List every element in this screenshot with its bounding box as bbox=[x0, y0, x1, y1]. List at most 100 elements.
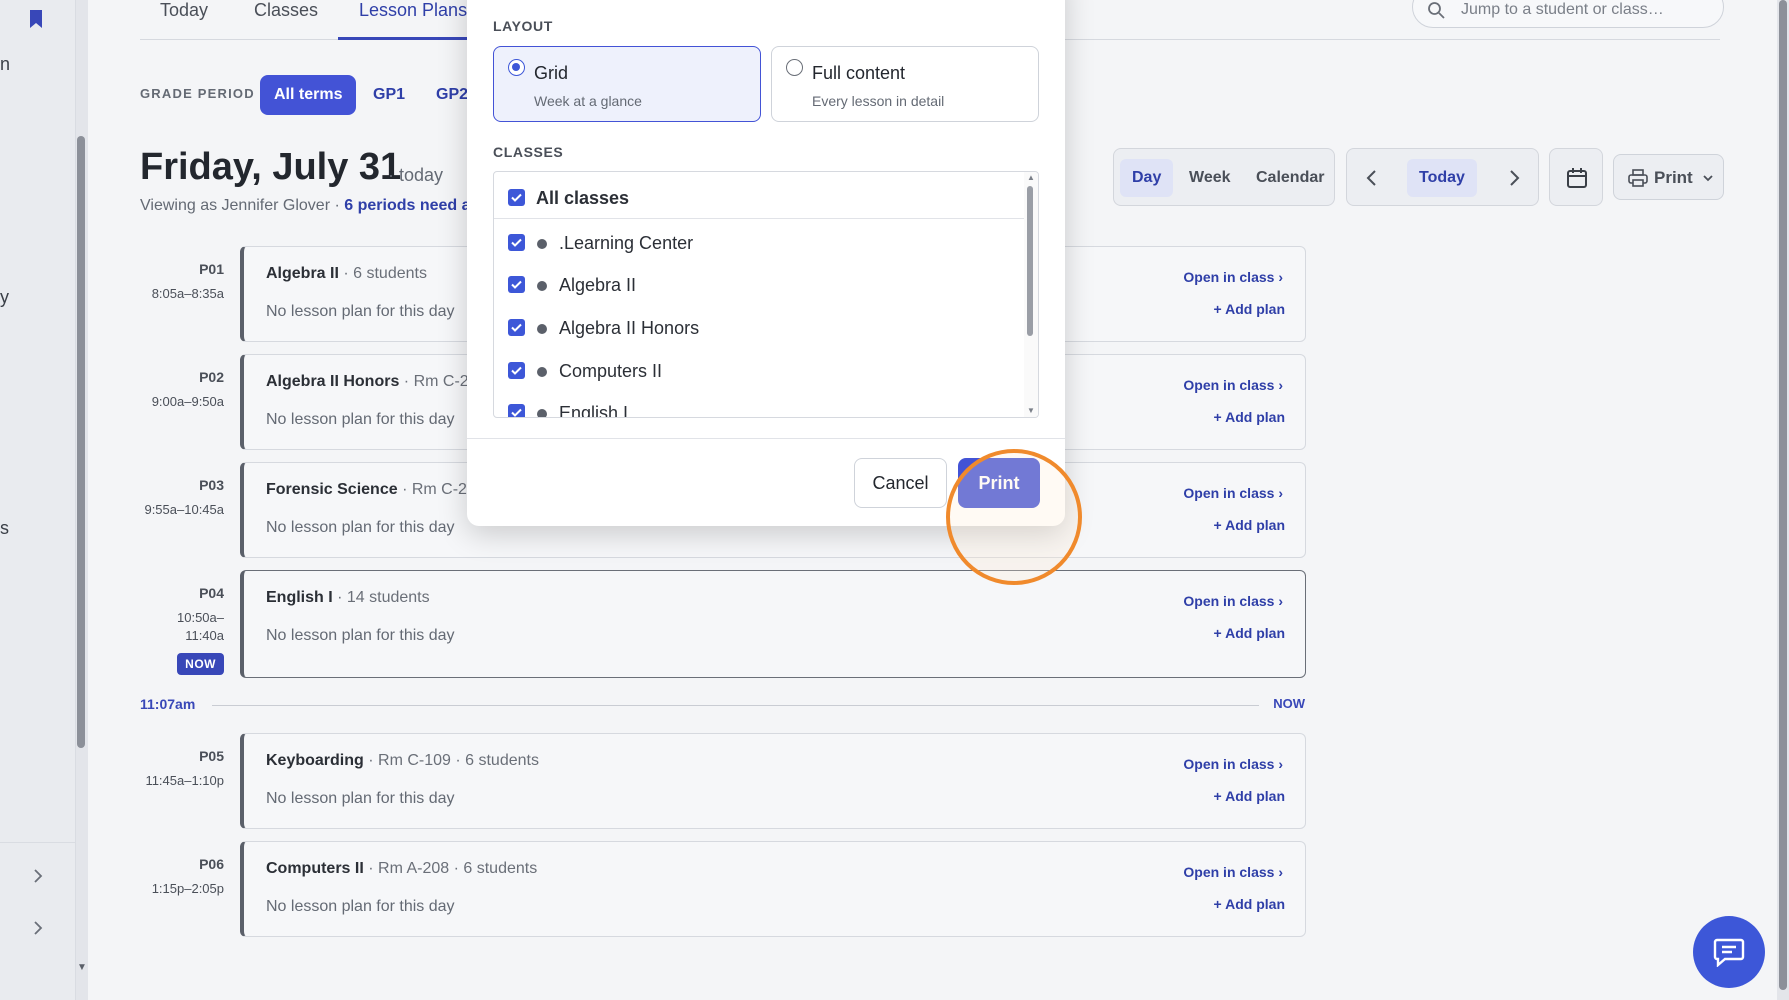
grade-period-all-terms[interactable]: All terms bbox=[260, 75, 357, 115]
option-title: Grid bbox=[534, 63, 569, 83]
chevron-right-icon[interactable] bbox=[31, 869, 45, 883]
click-indicator bbox=[946, 449, 1082, 585]
search-box[interactable]: Jump to a student or class… bbox=[1412, 0, 1724, 28]
layout-option-grid[interactable]: Grid Week at a glance bbox=[493, 46, 761, 122]
sidebar: n y s bbox=[0, 0, 76, 1000]
layout-option-full-content[interactable]: Full content Every lesson in detail bbox=[771, 46, 1039, 122]
sidebar-fragment[interactable]: n bbox=[0, 54, 10, 75]
chevron-right-icon: › bbox=[1278, 485, 1283, 501]
scroll-down-arrow-icon[interactable]: ▼ bbox=[77, 962, 87, 973]
print-dialog: LAYOUT Grid Week at a glance Full conten… bbox=[467, 0, 1065, 526]
current-time: 11:07am bbox=[140, 696, 196, 712]
add-plan-button[interactable]: + Add plan bbox=[1214, 301, 1285, 317]
class-row[interactable]: English I bbox=[494, 392, 1024, 418]
view-day[interactable]: Day bbox=[1120, 159, 1174, 197]
today-button[interactable]: Today bbox=[1407, 159, 1477, 197]
class-color-dot bbox=[537, 409, 547, 417]
period-time-end: 11:40a bbox=[185, 628, 224, 643]
print-menu-button[interactable]: Print bbox=[1613, 154, 1724, 200]
class-name: English I bbox=[559, 403, 629, 418]
plus-icon: + bbox=[1213, 625, 1222, 641]
period-card[interactable]: Computers II · Rm A-208 · 6 students No … bbox=[240, 841, 1306, 937]
open-in-class-link[interactable]: Open in class › bbox=[1183, 756, 1283, 772]
calendar-button[interactable] bbox=[1549, 148, 1603, 206]
chevron-right-icon: › bbox=[1278, 377, 1283, 393]
open-in-class-link[interactable]: Open in class › bbox=[1183, 377, 1283, 393]
class-color-dot bbox=[537, 367, 547, 377]
open-in-class-link[interactable]: Open in class › bbox=[1183, 485, 1283, 501]
chevron-right-icon[interactable] bbox=[31, 921, 45, 935]
scroll-up-arrow-icon[interactable]: ▲ bbox=[1027, 173, 1035, 182]
search-placeholder: Jump to a student or class… bbox=[1461, 1, 1664, 18]
open-in-class-link[interactable]: Open in class › bbox=[1183, 864, 1283, 880]
period-time-start: 10:50a– bbox=[177, 610, 224, 625]
period-card[interactable]: Keyboarding · Rm C-109 · 6 students No l… bbox=[240, 733, 1306, 829]
sidebar-fragment[interactable]: y bbox=[0, 287, 9, 308]
class-name: Computers II bbox=[266, 860, 364, 877]
page-scrollbar[interactable] bbox=[1777, 0, 1789, 1000]
period-label: P01 8:05a–8:35a bbox=[134, 261, 224, 303]
chevron-down-icon bbox=[1703, 175, 1713, 182]
add-plan-button[interactable]: + Add plan bbox=[1214, 788, 1285, 804]
empty-plan-text: No lesson plan for this day bbox=[266, 898, 455, 915]
add-plan-button[interactable]: + Add plan bbox=[1214, 409, 1285, 425]
open-label: Open in class bbox=[1183, 377, 1275, 393]
periods-alert-link[interactable]: 6 periods need a p bbox=[344, 197, 484, 214]
classes-scrollbar[interactable]: ▲ ▼ bbox=[1024, 172, 1038, 417]
period-time: 9:55a–10:45a bbox=[144, 502, 224, 517]
tab-classes[interactable]: Classes bbox=[254, 0, 318, 40]
add-label: Add plan bbox=[1225, 517, 1285, 533]
class-row[interactable]: Algebra II bbox=[494, 264, 1024, 306]
view-week[interactable]: Week bbox=[1177, 159, 1243, 197]
add-plan-button[interactable]: + Add plan bbox=[1214, 517, 1285, 533]
period-card-current[interactable]: English I · 14 students No lesson plan f… bbox=[240, 570, 1306, 678]
checkbox-checked[interactable] bbox=[508, 362, 525, 379]
add-plan-button[interactable]: + Add plan bbox=[1214, 625, 1285, 641]
period-label: P02 9:00a–9:50a bbox=[134, 369, 224, 411]
card-title: Computers II · Rm A-208 · 6 students bbox=[266, 860, 537, 878]
period-time: 10:50a– 11:40a bbox=[134, 609, 224, 645]
class-row[interactable]: Computers II bbox=[494, 350, 1024, 392]
card-title: Algebra II Honors · Rm C-211 bbox=[266, 373, 485, 391]
class-row[interactable]: .Learning Center bbox=[494, 222, 1024, 264]
chat-button[interactable] bbox=[1693, 916, 1765, 988]
all-classes-row[interactable]: All classes bbox=[494, 177, 1024, 219]
tab-today[interactable]: Today bbox=[160, 0, 208, 40]
sidebar-scroll-thumb[interactable] bbox=[77, 136, 85, 748]
bookmark-icon[interactable] bbox=[29, 10, 43, 28]
cancel-button[interactable]: Cancel bbox=[854, 458, 947, 508]
current-time-line: 11:07am NOW bbox=[140, 696, 1305, 716]
period-number: P04 bbox=[199, 585, 224, 601]
empty-plan-text: No lesson plan for this day bbox=[266, 303, 455, 320]
class-meta: · Rm C-109 · 6 students bbox=[363, 752, 539, 769]
tab-lesson-plans[interactable]: Lesson Plans bbox=[338, 0, 489, 40]
add-plan-button[interactable]: + Add plan bbox=[1214, 896, 1285, 912]
checkbox-checked[interactable] bbox=[508, 276, 525, 293]
checkbox-checked[interactable] bbox=[508, 319, 525, 336]
radio-selected[interactable] bbox=[508, 59, 525, 76]
scroll-down-arrow-icon[interactable]: ▼ bbox=[1027, 406, 1035, 415]
period-label: P05 11:45a–1:10p bbox=[134, 748, 224, 790]
radio-unselected[interactable] bbox=[786, 59, 803, 76]
class-meta: · Rm A-208 · 6 students bbox=[363, 860, 538, 877]
open-in-class-link[interactable]: Open in class › bbox=[1183, 593, 1283, 609]
period-number: P02 bbox=[199, 369, 224, 385]
class-row[interactable]: Algebra II Honors bbox=[494, 307, 1024, 349]
printer-icon bbox=[1628, 169, 1648, 187]
classes-scroll-thumb[interactable] bbox=[1027, 186, 1033, 336]
chevron-left-icon[interactable] bbox=[1353, 159, 1391, 197]
open-label: Open in class bbox=[1183, 864, 1275, 880]
checkbox-checked[interactable] bbox=[508, 234, 525, 251]
chevron-right-icon[interactable] bbox=[1495, 159, 1533, 197]
view-switch: Day Week Calendar bbox=[1113, 148, 1335, 206]
open-in-class-link[interactable]: Open in class › bbox=[1183, 269, 1283, 285]
card-title: Algebra II · 6 students bbox=[266, 265, 427, 283]
class-meta: · 6 students bbox=[338, 265, 427, 282]
checkbox-checked[interactable] bbox=[508, 404, 525, 417]
grade-period-gp1[interactable]: GP1 bbox=[359, 75, 419, 115]
sidebar-scrollbar[interactable]: ▼ bbox=[76, 0, 88, 1000]
page-scroll-thumb[interactable] bbox=[1779, 0, 1787, 990]
sidebar-fragment[interactable]: s bbox=[0, 518, 9, 539]
view-calendar[interactable]: Calendar bbox=[1244, 159, 1336, 197]
checkbox-checked[interactable] bbox=[508, 189, 525, 206]
